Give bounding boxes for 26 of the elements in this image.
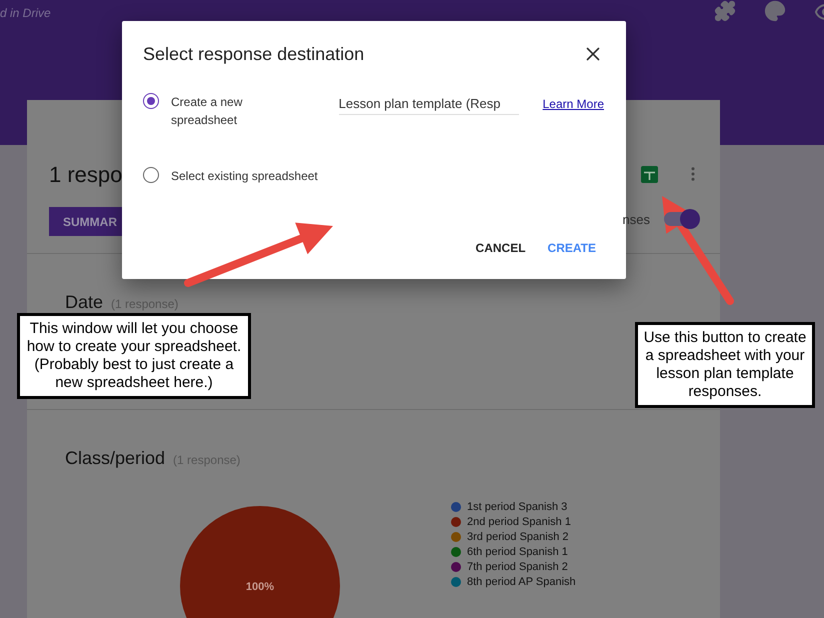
dialog-title: Select response destination	[143, 44, 364, 64]
learn-more-link[interactable]: Learn More	[542, 97, 604, 111]
legend-label: 7th period Spanish 2	[467, 561, 568, 573]
radio-button[interactable]	[143, 167, 159, 183]
name-field[interactable]: Lesson plan template (Resp	[338, 95, 519, 115]
legend-label: 8th period AP Spanish	[467, 576, 576, 588]
callout-note: Use this button to create a spreadsheet with your lesson plan template responses.	[635, 322, 815, 408]
legend-label: 1st period Spanish 3	[467, 501, 568, 513]
spreadsheet-icon[interactable]	[641, 166, 658, 182]
radio-button[interactable]	[143, 93, 159, 109]
puzzle-icon[interactable]	[714, 0, 736, 22]
legend-label: 6th period Spanish 1	[467, 546, 568, 558]
legend-label: 2nd period Spanish 1	[467, 516, 571, 528]
option-label[interactable]: Create a new spreadsheet	[171, 93, 271, 129]
palette-icon[interactable]	[764, 0, 786, 22]
option-label[interactable]: Select existing spreadsheet	[171, 167, 318, 185]
dialog-button[interactable]: CANCEL	[468, 233, 534, 263]
slice-label: 100%	[246, 581, 274, 593]
callout-note: This window will let you choose how to create your spreadsheet. (Probably best to just create a new spreadsheet here.)	[17, 313, 251, 399]
dialog-button[interactable]: CREATE	[540, 233, 604, 263]
question-title: Date	[65, 292, 104, 312]
header-caption: d in Drive	[0, 6, 51, 20]
response-count: 1 respo	[49, 162, 122, 188]
question-title: Class/period	[65, 448, 166, 468]
legend-label: 3rd period Spanish 2	[467, 531, 569, 543]
summary-tab[interactable]: SUMMAR	[49, 207, 122, 236]
